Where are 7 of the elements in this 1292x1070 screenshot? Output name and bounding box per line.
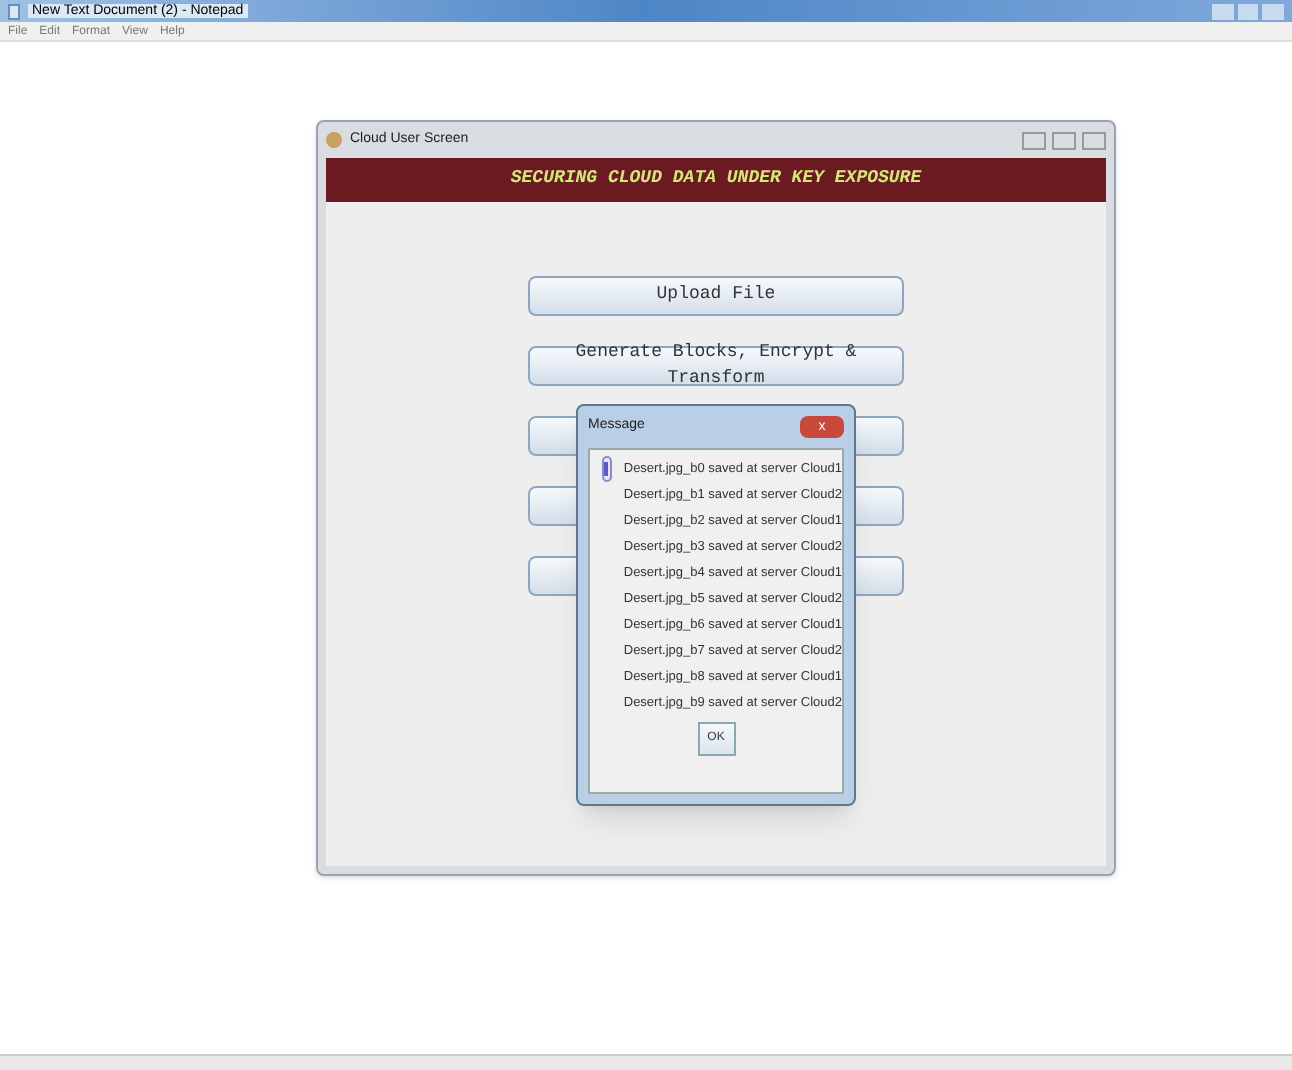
notepad-icon	[8, 3, 20, 19]
info-icon	[602, 456, 612, 482]
window-controls-icon[interactable]	[1212, 3, 1284, 19]
banner: SECURING CLOUD DATA UNDER KEY EXPOSURE	[326, 158, 1106, 202]
action-button[interactable]: Upload File	[528, 276, 904, 316]
window-controls-icon[interactable]	[1022, 131, 1106, 149]
action-button[interactable]: Generate Blocks, Encrypt & Transform	[528, 346, 904, 386]
